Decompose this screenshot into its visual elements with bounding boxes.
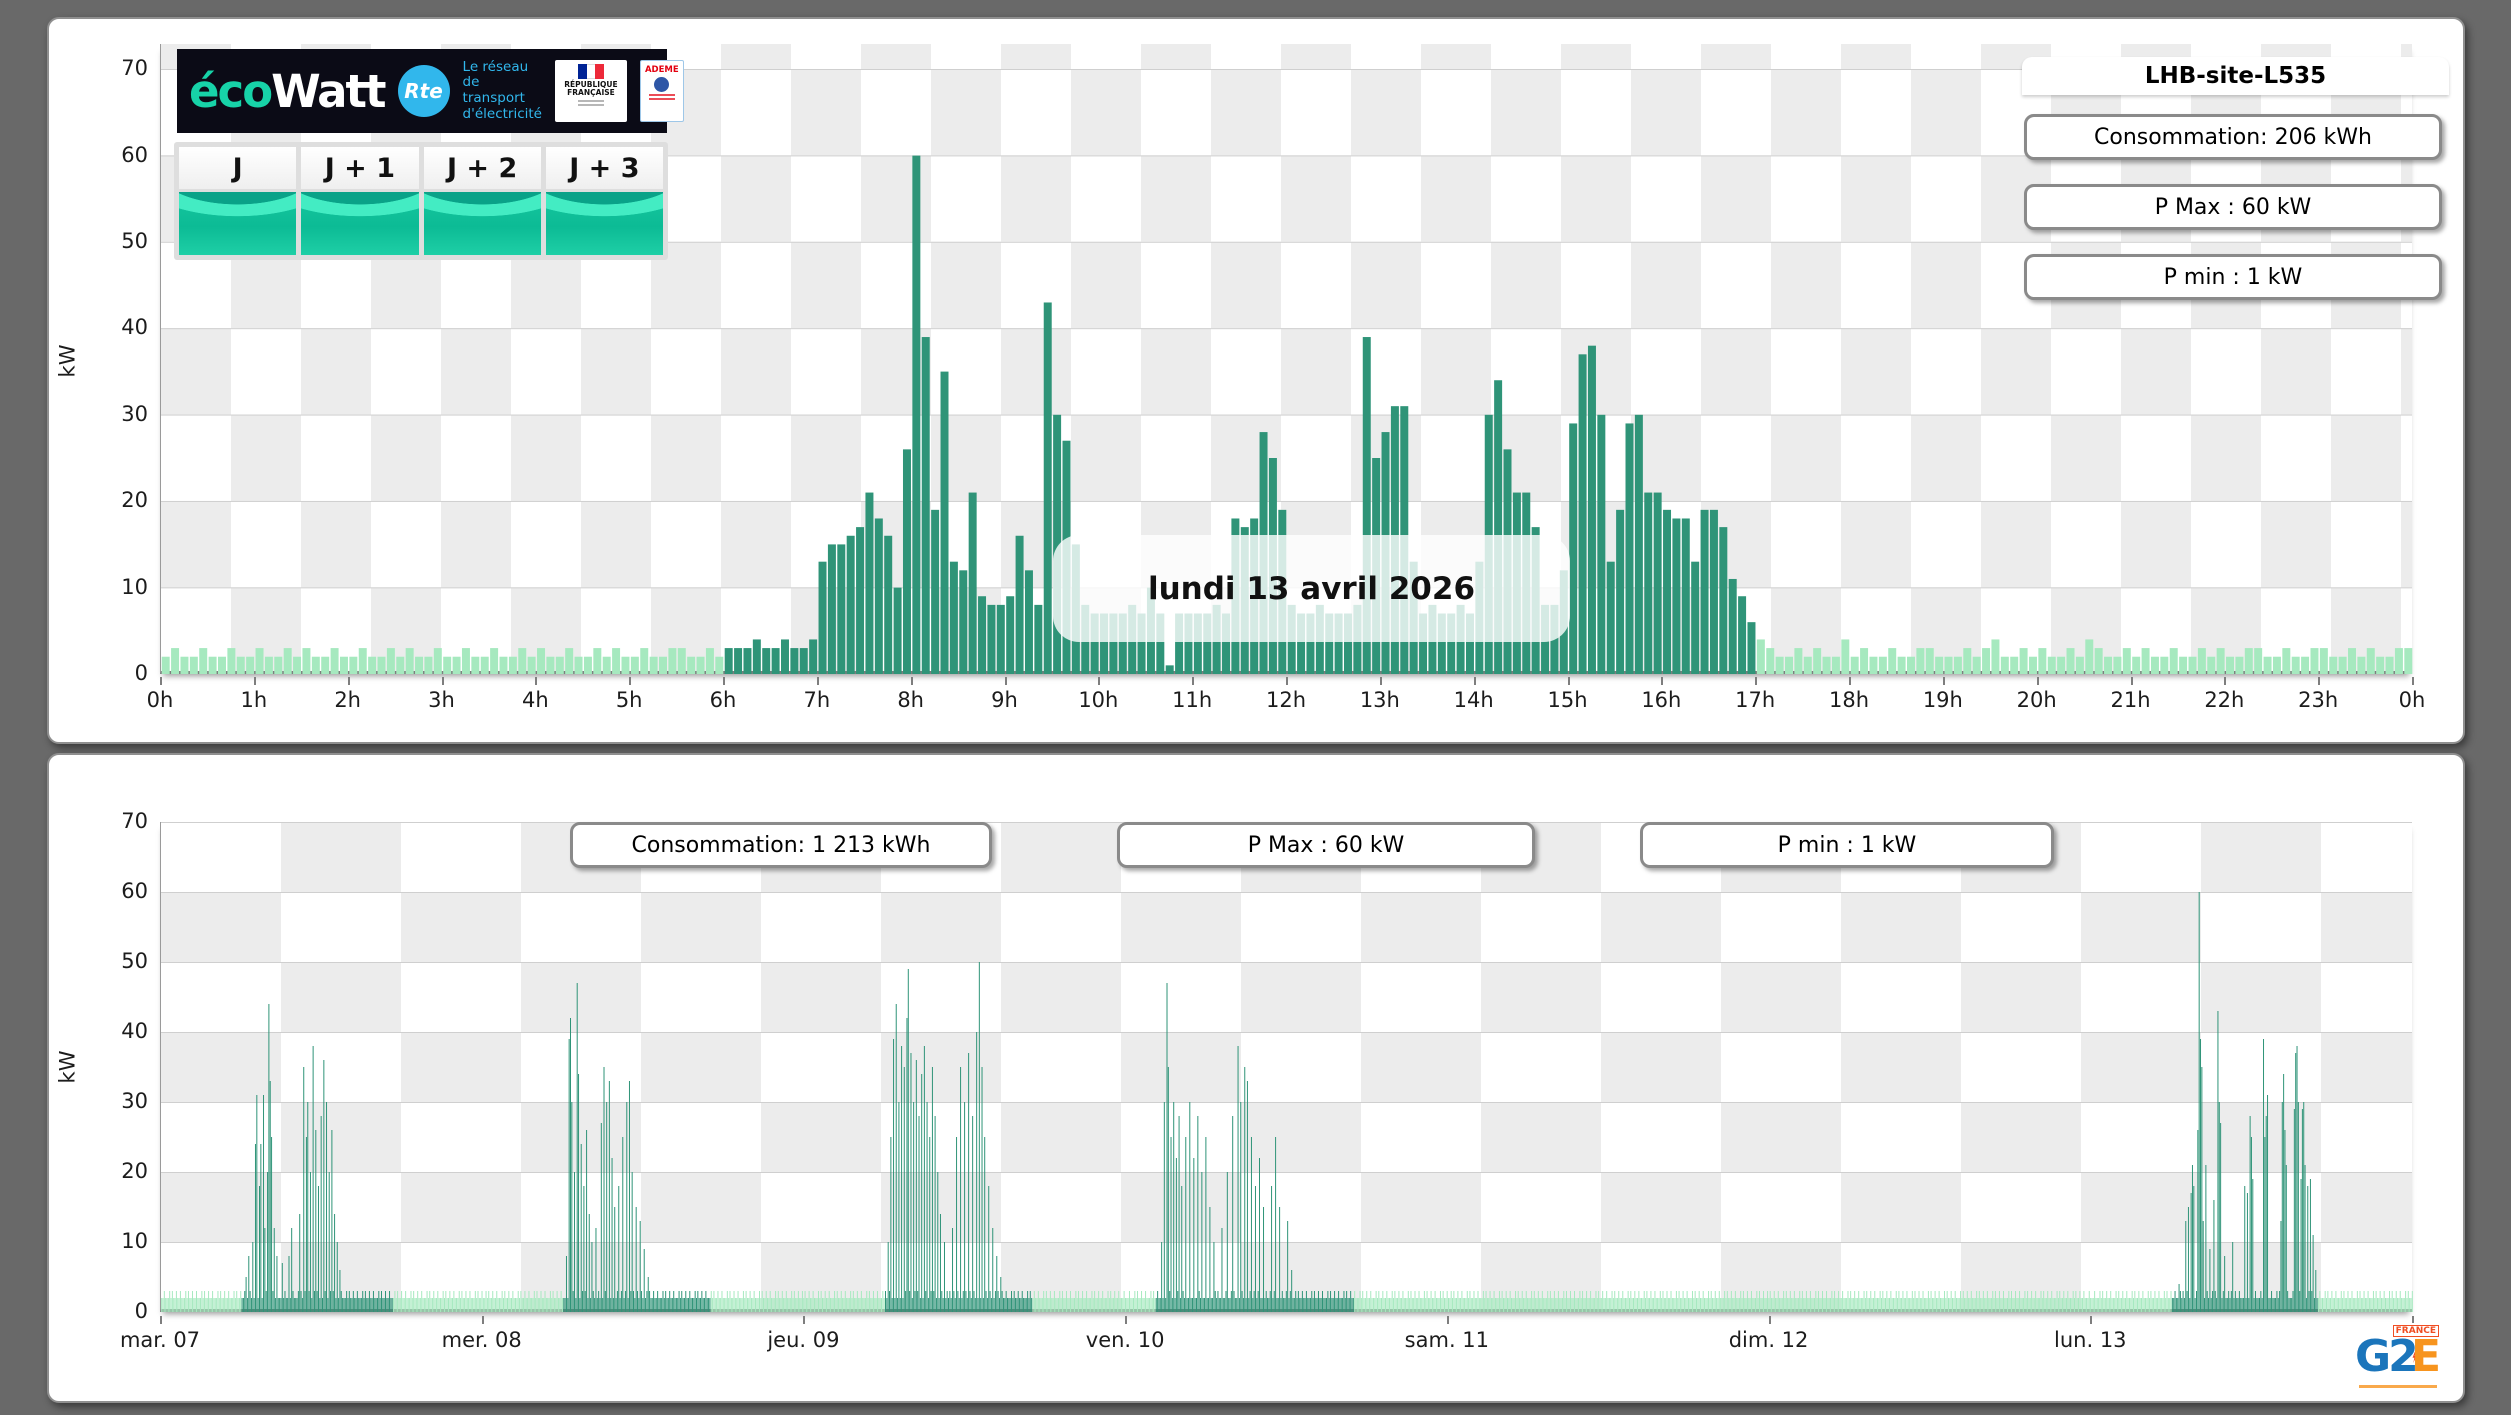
day-button-label: J + 3 — [545, 147, 663, 189]
weekly-y-axis-title: kW — [55, 1050, 80, 1084]
ademe-globe-icon — [654, 77, 670, 92]
daily-y-axis-title: kW — [55, 344, 80, 378]
g2e-france-tag: FRANCE — [2392, 1325, 2439, 1337]
weekly-pmax-box: P Max : 60 kW — [1117, 822, 1535, 868]
weekly-chart-card: Consommation: 1 213 kWh P Max : 60 kW P … — [47, 753, 2465, 1403]
g2e-tagline-bar — [2359, 1385, 2437, 1388]
dashboard-page: lundi 13 avril 2026 écoWatt Rte Le résea… — [0, 0, 2511, 1415]
day-button-label: J + 1 — [301, 147, 419, 189]
tooltip-date-label: lundi 13 avril 2026 — [1147, 570, 1476, 607]
day-button-label: J — [179, 147, 297, 189]
day-button-3[interactable]: J + 3 — [545, 147, 663, 255]
ecowatt-signal-green — [301, 192, 419, 255]
daily-chart-card: lundi 13 avril 2026 écoWatt Rte Le résea… — [47, 17, 2465, 744]
rte-tagline: Le réseau de transport d'électricité — [462, 58, 542, 122]
site-title: LHB-site-L535 — [2022, 57, 2449, 95]
day-button-0[interactable]: J — [179, 147, 297, 255]
daily-pmin-box: P min : 1 kW — [2024, 254, 2442, 300]
ecowatt-signal-green — [545, 192, 663, 255]
day-button-2[interactable]: J + 2 — [423, 147, 541, 255]
ecowatt-signal-green — [423, 192, 541, 255]
ecowatt-day-buttons: JJ + 1J + 2J + 3 — [174, 142, 668, 260]
weekly-pmin-box: P min : 1 kW — [1640, 822, 2054, 868]
daily-pmax-box: P Max : 60 kW — [2024, 184, 2442, 230]
ademe-badge: ADEME — [639, 60, 684, 122]
ecowatt-banner: écoWatt Rte Le réseau de transport d'éle… — [177, 49, 684, 133]
day-button-1[interactable]: J + 1 — [301, 147, 419, 255]
republique-francaise-badge: RÉPUBLIQUE FRANÇAISE — [554, 60, 627, 122]
date-tooltip: lundi 13 avril 2026 — [1053, 535, 1570, 642]
ecowatt-logo: écoWatt — [189, 64, 387, 118]
weekly-chart-plot[interactable] — [160, 822, 2413, 1312]
weekly-consumption-box: Consommation: 1 213 kWh — [570, 822, 992, 868]
rte-logo: Rte — [397, 65, 450, 117]
day-button-label: J + 2 — [423, 147, 541, 189]
daily-consumption-box: Consommation: 206 kWh — [2024, 114, 2442, 160]
ecowatt-signal-green — [179, 192, 297, 255]
french-flag-icon — [577, 64, 604, 79]
weekly-bars — [161, 892, 2413, 1312]
g2e-logo: FRANCE G2 E — [2355, 1323, 2441, 1395]
